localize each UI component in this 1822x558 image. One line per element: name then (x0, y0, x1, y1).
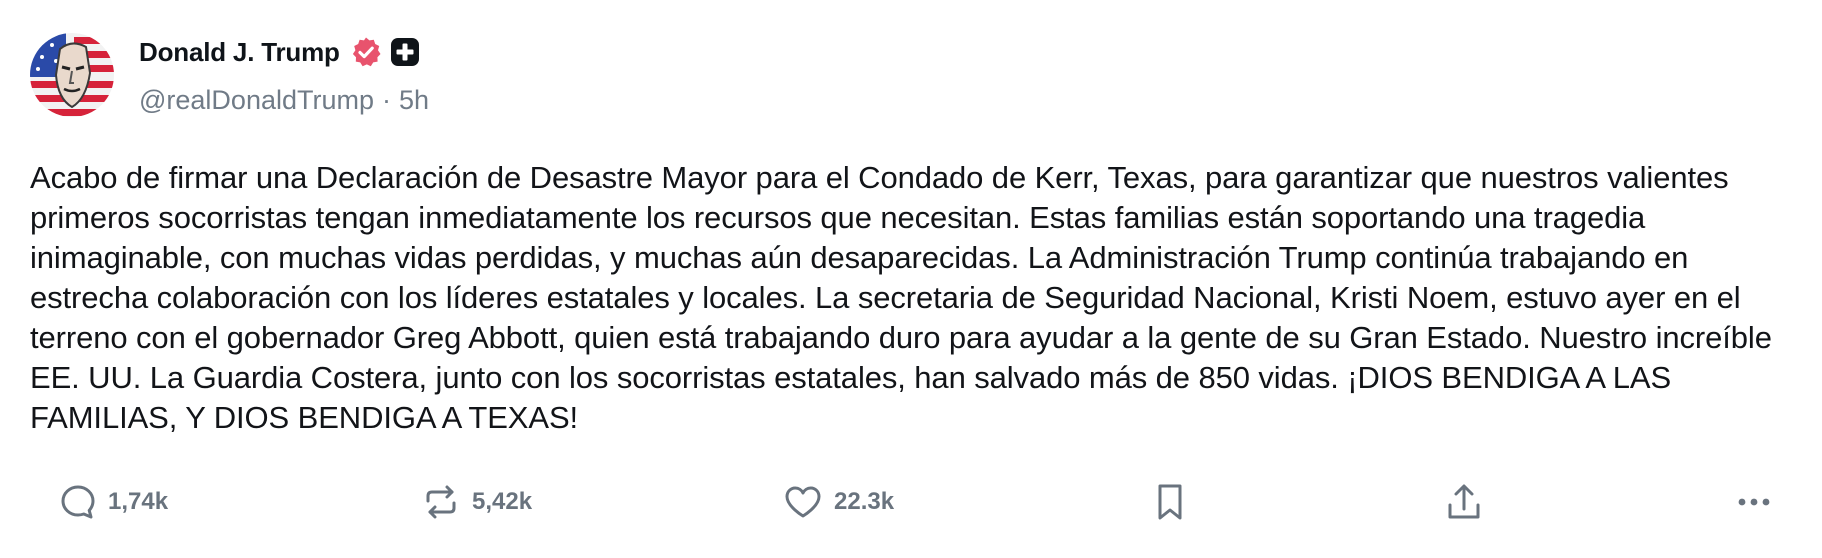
verified-badge-icon[interactable] (350, 36, 382, 68)
more-icon (1738, 498, 1770, 506)
action-bar: 1,74k 5,42k 22.3k (0, 478, 1822, 526)
bookmark-button[interactable] (1152, 478, 1188, 526)
post-timestamp[interactable]: 5h (399, 85, 429, 116)
author-handle-row: @realDonaldTrump · 5h (139, 85, 429, 116)
bookmark-icon (1158, 484, 1182, 520)
plus-badge-icon (390, 38, 419, 66)
author-name-row: Donald J. Trump (139, 34, 420, 70)
like-count: 22.3k (834, 488, 895, 515)
repost-count: 5,42k (472, 488, 533, 515)
share-icon (1448, 484, 1480, 519)
like-button[interactable]: 22.3k (782, 478, 894, 526)
avatar-image (30, 33, 114, 117)
post-body-text: Acabo de firmar una Declaración de Desas… (30, 160, 1772, 435)
post-card: Donald J. Trump @realDonaldTrump · 5h Ac… (0, 0, 1822, 558)
avatar[interactable] (30, 33, 114, 117)
more-options-button[interactable] (1734, 478, 1774, 526)
heart-icon (785, 486, 821, 518)
share-button[interactable] (1444, 478, 1484, 526)
reply-button[interactable]: 1,74k (58, 478, 168, 526)
repost-icon (426, 485, 456, 519)
reply-count: 1,74k (108, 488, 169, 515)
author-name[interactable]: Donald J. Trump (139, 37, 340, 68)
separator-dot: · (382, 85, 391, 115)
author-handle[interactable]: @realDonaldTrump (139, 85, 374, 116)
reply-icon (61, 485, 95, 519)
repost-button[interactable]: 5,42k (420, 478, 532, 526)
